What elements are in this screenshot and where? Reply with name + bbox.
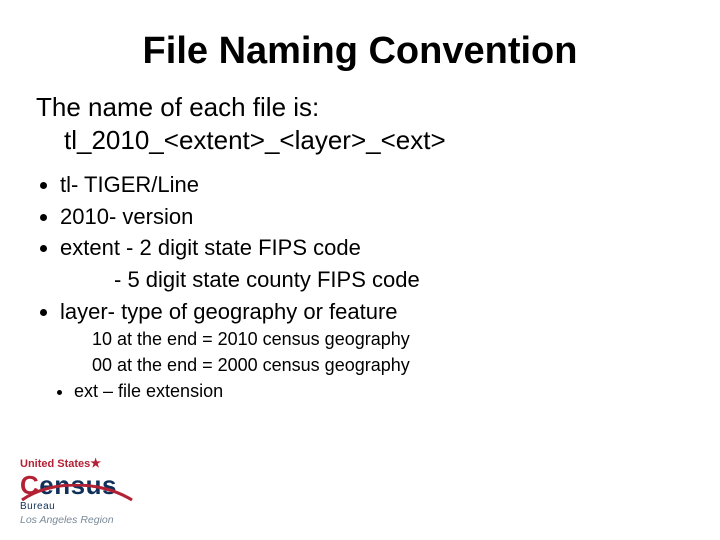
lead-line-1: The name of each file is: <box>36 92 319 122</box>
bullet-ext: ext – file extension <box>74 381 688 402</box>
bullet-layer: layer- type of geography or feature <box>60 297 688 327</box>
star-icon: ★ <box>90 456 101 470</box>
logo-word-c: C <box>20 470 39 500</box>
bullet-extent: extent - 2 digit state FIPS code <box>60 233 688 263</box>
slide-title: File Naming Convention <box>32 30 688 73</box>
logo-region: Los Angeles Region <box>20 514 180 526</box>
bullet-list-3: ext – file extension <box>74 381 688 402</box>
bullet-extent-sub: - 5 digit state county FIPS code <box>114 265 688 295</box>
logo-word-rest: ensus <box>39 470 117 500</box>
logo-united-states: United States <box>20 458 90 470</box>
layer-note-1: 10 at the end = 2010 census geography <box>92 328 688 351</box>
slide: File Naming Convention The name of each … <box>0 0 720 540</box>
bullet-version: 2010- version <box>60 202 688 232</box>
logo-main-line: Census <box>20 470 180 501</box>
layer-note-2: 00 at the end = 2000 census geography <box>92 354 688 377</box>
logo-word: Census <box>20 470 117 501</box>
logo-bureau: Bureau <box>20 501 180 512</box>
logo-top-line: United States★ <box>20 456 180 470</box>
lead-line-2: tl_2010_<extent>_<layer>_<ext> <box>64 124 684 157</box>
bullet-list: tl- TIGER/Line 2010- version extent - 2 … <box>60 170 688 263</box>
bullet-tl: tl- TIGER/Line <box>60 170 688 200</box>
census-logo: United States★ Census Bureau Los Angeles… <box>20 456 180 526</box>
lead-text: The name of each file is: tl_2010_<exten… <box>36 91 684 156</box>
bullet-list-2: layer- type of geography or feature <box>60 297 688 327</box>
